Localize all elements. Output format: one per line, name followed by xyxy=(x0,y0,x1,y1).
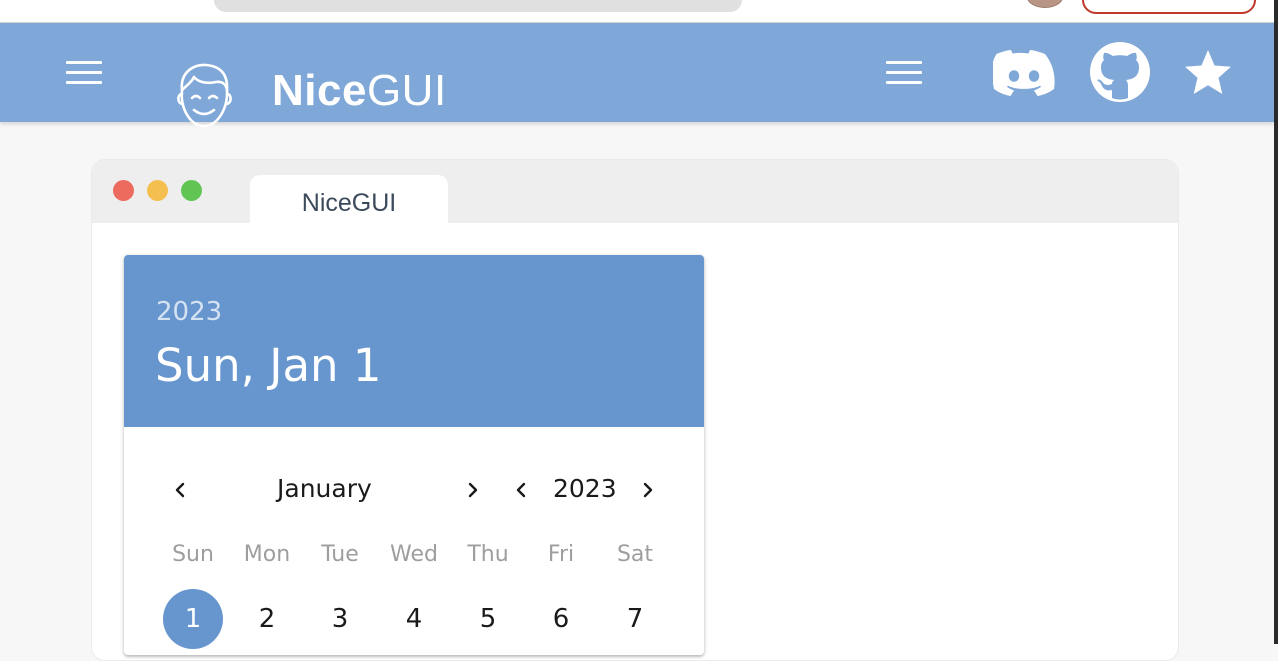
chevron-left-icon xyxy=(516,482,526,498)
day-cell[interactable]: 7 xyxy=(605,589,665,649)
address-bar[interactable] xyxy=(214,0,742,12)
weekday-label: Thu xyxy=(467,542,509,567)
picker-year[interactable]: 2023 xyxy=(156,297,222,327)
weekday-label: Tue xyxy=(321,542,359,567)
discord-icon[interactable] xyxy=(993,50,1055,96)
year-label[interactable]: 2023 xyxy=(553,474,617,503)
nicegui-logo-icon[interactable] xyxy=(172,60,236,130)
avatar[interactable] xyxy=(1027,0,1063,8)
weekday-label: Sun xyxy=(172,542,214,567)
day-cell[interactable]: 3 xyxy=(310,589,370,649)
app-header: NiceGUI xyxy=(0,23,1274,128)
github-icon[interactable] xyxy=(1089,41,1151,103)
menu-icon[interactable] xyxy=(886,61,922,85)
weekday-label: Mon xyxy=(243,542,291,567)
browser-action-button[interactable] xyxy=(1082,0,1256,14)
browser-top-bar xyxy=(0,0,1278,23)
menu-icon[interactable] xyxy=(66,61,102,85)
day-cell[interactable]: 4 xyxy=(384,589,444,649)
chevron-left-icon xyxy=(175,482,185,498)
brand-title-bold: Nice xyxy=(272,66,367,115)
date-picker-header: 2023 Sun, Jan 1 xyxy=(124,255,704,427)
next-month-button[interactable] xyxy=(457,474,489,506)
weekday-label: Fri xyxy=(547,542,575,567)
day-cell[interactable]: 5 xyxy=(458,589,518,649)
brand-title[interactable]: NiceGUI xyxy=(272,69,447,113)
weekday-label: Sat xyxy=(616,542,654,567)
window-maximize-dot xyxy=(181,180,202,201)
day-cell[interactable]: 2 xyxy=(237,589,297,649)
window-minimize-dot xyxy=(147,180,168,201)
window-titlebar: NiceGUI xyxy=(92,160,1178,224)
star-icon[interactable] xyxy=(1183,48,1233,98)
day-cell-selected[interactable]: 1 xyxy=(163,589,223,649)
chevron-right-icon xyxy=(643,482,653,498)
date-picker: 2023 Sun, Jan 1 January 2023 Sun Mon Tue… xyxy=(124,255,704,655)
month-year-navigation: January 2023 xyxy=(124,470,704,510)
picker-selected-date[interactable]: Sun, Jan 1 xyxy=(155,339,382,392)
window-edge xyxy=(1274,0,1278,644)
month-label[interactable]: January xyxy=(277,474,372,503)
chevron-right-icon xyxy=(468,482,478,498)
brand-title-light: GUI xyxy=(366,66,447,115)
tab-nicegui[interactable]: NiceGUI xyxy=(250,175,448,224)
weekday-label: Wed xyxy=(390,542,438,567)
window-close-dot xyxy=(113,180,134,201)
prev-year-button[interactable] xyxy=(505,474,537,506)
day-cell[interactable]: 6 xyxy=(531,589,591,649)
next-year-button[interactable] xyxy=(632,474,664,506)
prev-month-button[interactable] xyxy=(164,474,196,506)
